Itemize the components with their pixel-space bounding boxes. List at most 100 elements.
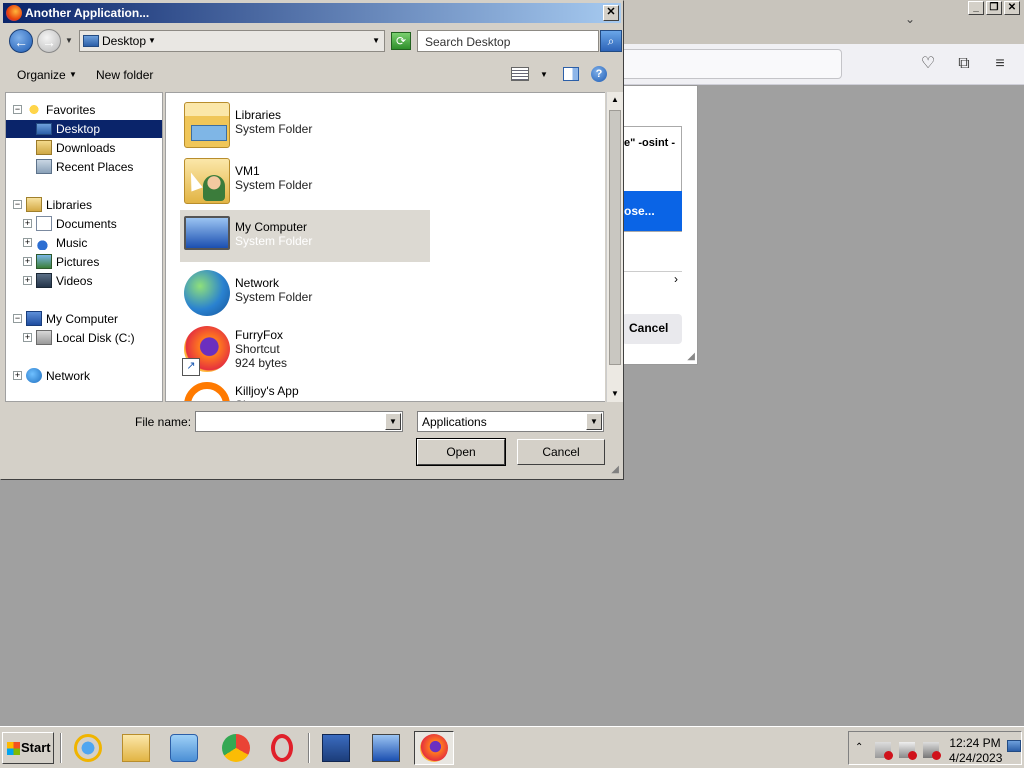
file-item-my-computer[interactable]: My Computer System Folder (180, 210, 430, 262)
search-icon[interactable]: ⌕ (600, 30, 622, 52)
extensions-icon[interactable]: ⧉ (954, 54, 974, 74)
file-name: VM1 (235, 164, 260, 178)
opera-button[interactable] (262, 731, 302, 765)
file-item-killjoys-app[interactable]: Killjoy's App Shortcut (180, 378, 430, 401)
file-name-combobox[interactable]: ▼ (195, 411, 403, 432)
close-button[interactable]: ✕ (603, 5, 619, 21)
address-location[interactable]: Desktop (102, 34, 146, 48)
new-folder-button[interactable]: New folder (96, 68, 153, 82)
address-breadcrumb[interactable]: Desktop ▼ ▼ (79, 30, 385, 52)
view-options-dropdown-icon[interactable]: ▼ (540, 70, 548, 79)
list-tabs-chevron-icon[interactable]: ⌄ (902, 12, 918, 28)
restore-icon[interactable]: ❐ (986, 1, 1002, 15)
refresh-icon[interactable]: ⟳ (391, 32, 411, 50)
tree-item-favorites[interactable]: − Favorites (6, 101, 162, 119)
firefox-icon (420, 734, 448, 762)
resize-grip-icon[interactable]: ◢ (611, 464, 619, 475)
file-item-network[interactable]: Network System Folder (180, 266, 430, 318)
system-tray: ⌃ 12:24 PM 4/24/2023 (848, 731, 1022, 765)
volume-icon[interactable] (923, 742, 941, 760)
collapse-icon[interactable]: − (13, 314, 22, 323)
hard-drive-icon (36, 330, 52, 345)
file-item-vm1[interactable]: VM1 System Folder (180, 154, 430, 206)
file-name: Libraries (235, 108, 282, 122)
collapse-icon[interactable]: − (13, 200, 22, 209)
change-view-icon[interactable] (511, 67, 529, 81)
expand-icon[interactable]: + (23, 333, 32, 342)
internet-explorer-button[interactable] (68, 731, 108, 765)
show-desktop-icon[interactable] (1007, 740, 1021, 752)
address-bar-row: ← → ▼ Desktop ▼ ▼ ⟳ Search Desktop ⌕ (3, 27, 622, 57)
address-dropdown-icon[interactable]: ▼ (372, 36, 380, 45)
tree-item-local-disk[interactable]: + Local Disk (C:) (6, 329, 162, 347)
file-item-furryfox[interactable]: FurryFox Shortcut 924 bytes (180, 322, 430, 376)
tree-item-network[interactable]: + Network (6, 367, 162, 385)
forward-arrow-icon[interactable]: → (37, 29, 61, 53)
start-button[interactable]: Start (2, 732, 54, 764)
remote-desktop-icon (372, 734, 400, 762)
clock-time[interactable]: 12:24 PM (949, 736, 1001, 750)
recent-locations-dropdown-icon[interactable]: ▼ (65, 36, 73, 45)
tree-item-documents[interactable]: + Documents (6, 215, 162, 233)
tree-item-recent-places[interactable]: Recent Places (6, 158, 162, 176)
scrollbar-thumb[interactable] (609, 110, 621, 365)
powershell-button[interactable] (316, 731, 356, 765)
file-type-select[interactable]: Applications ▼ (417, 411, 604, 432)
action-center-flag-icon[interactable] (875, 742, 893, 760)
firefox-shortcut-icon (182, 326, 230, 376)
expand-icon[interactable]: + (13, 371, 22, 380)
file-explorer-button[interactable] (116, 731, 156, 765)
file-type-dropdown-icon[interactable]: ▼ (586, 413, 602, 430)
network-status-icon[interactable] (899, 742, 917, 760)
command-textbox[interactable]: e" -osint - ose... › (622, 126, 682, 286)
menu-hamburger-icon[interactable]: ≡ (990, 54, 1010, 74)
browser-url-bar[interactable] (600, 49, 842, 79)
minimize-icon[interactable]: _ (968, 1, 984, 15)
command-hscrollbar[interactable]: › (622, 271, 682, 287)
back-arrow-icon[interactable]: ← (9, 29, 33, 53)
expand-icon[interactable]: + (23, 257, 32, 266)
expand-icon[interactable]: + (23, 219, 32, 228)
scroll-right-icon[interactable]: › (674, 272, 678, 286)
file-type: Shortcut (235, 342, 280, 356)
cancel-button[interactable]: Cancel (517, 439, 605, 465)
preview-pane-icon[interactable] (563, 67, 579, 81)
file-item-libraries[interactable]: Libraries System Folder (180, 98, 430, 150)
expand-icon[interactable]: + (23, 276, 32, 285)
file-name-dropdown-icon[interactable]: ▼ (385, 413, 401, 430)
open-button[interactable]: Open (416, 438, 506, 466)
breadcrumb-arrow-icon[interactable]: ▼ (148, 36, 156, 45)
organize-button[interactable]: Organize (17, 68, 66, 82)
collapse-icon[interactable]: − (13, 105, 22, 114)
chrome-button[interactable] (216, 731, 256, 765)
clock-date[interactable]: 4/24/2023 (949, 751, 1002, 765)
background-cancel-button[interactable]: Cancel (622, 314, 682, 344)
scroll-up-icon[interactable]: ▲ (607, 92, 623, 108)
tree-item-libraries[interactable]: − Libraries (6, 196, 162, 214)
search-input[interactable]: Search Desktop (417, 30, 599, 52)
tree-item-downloads[interactable]: Downloads (6, 139, 162, 157)
pocket-icon[interactable]: ♡ (918, 54, 938, 74)
tree-item-videos[interactable]: + Videos (6, 272, 162, 290)
choose-button[interactable]: ose... (622, 191, 682, 231)
show-hidden-icons-icon[interactable]: ⌃ (855, 742, 863, 753)
tree-item-pictures[interactable]: + Pictures (6, 253, 162, 271)
scroll-down-icon[interactable]: ▼ (607, 386, 623, 402)
remote-desktop-button[interactable] (366, 731, 406, 765)
organize-dropdown-icon[interactable]: ▼ (69, 70, 77, 79)
tree-item-desktop[interactable]: Desktop (6, 120, 162, 138)
dialog-titlebar[interactable]: Another Application... ✕ (3, 3, 621, 23)
tree-item-my-computer[interactable]: − My Computer (6, 310, 162, 328)
tree-item-music[interactable]: + Music (6, 234, 162, 252)
close-window-icon[interactable]: ✕ (1004, 1, 1020, 15)
expand-icon[interactable]: + (23, 238, 32, 247)
help-icon[interactable]: ? (591, 66, 607, 82)
media-player-button[interactable] (164, 731, 204, 765)
tree-label: Pictures (56, 255, 100, 269)
firefox-taskbar-button[interactable] (414, 731, 454, 765)
file-name-input[interactable] (198, 413, 384, 430)
tree-label: Favorites (46, 103, 96, 117)
music-note-icon (36, 235, 52, 250)
resize-grip-icon[interactable]: ◢ (687, 351, 695, 362)
file-list-scrollbar[interactable]: ▲ ▼ (606, 92, 623, 402)
